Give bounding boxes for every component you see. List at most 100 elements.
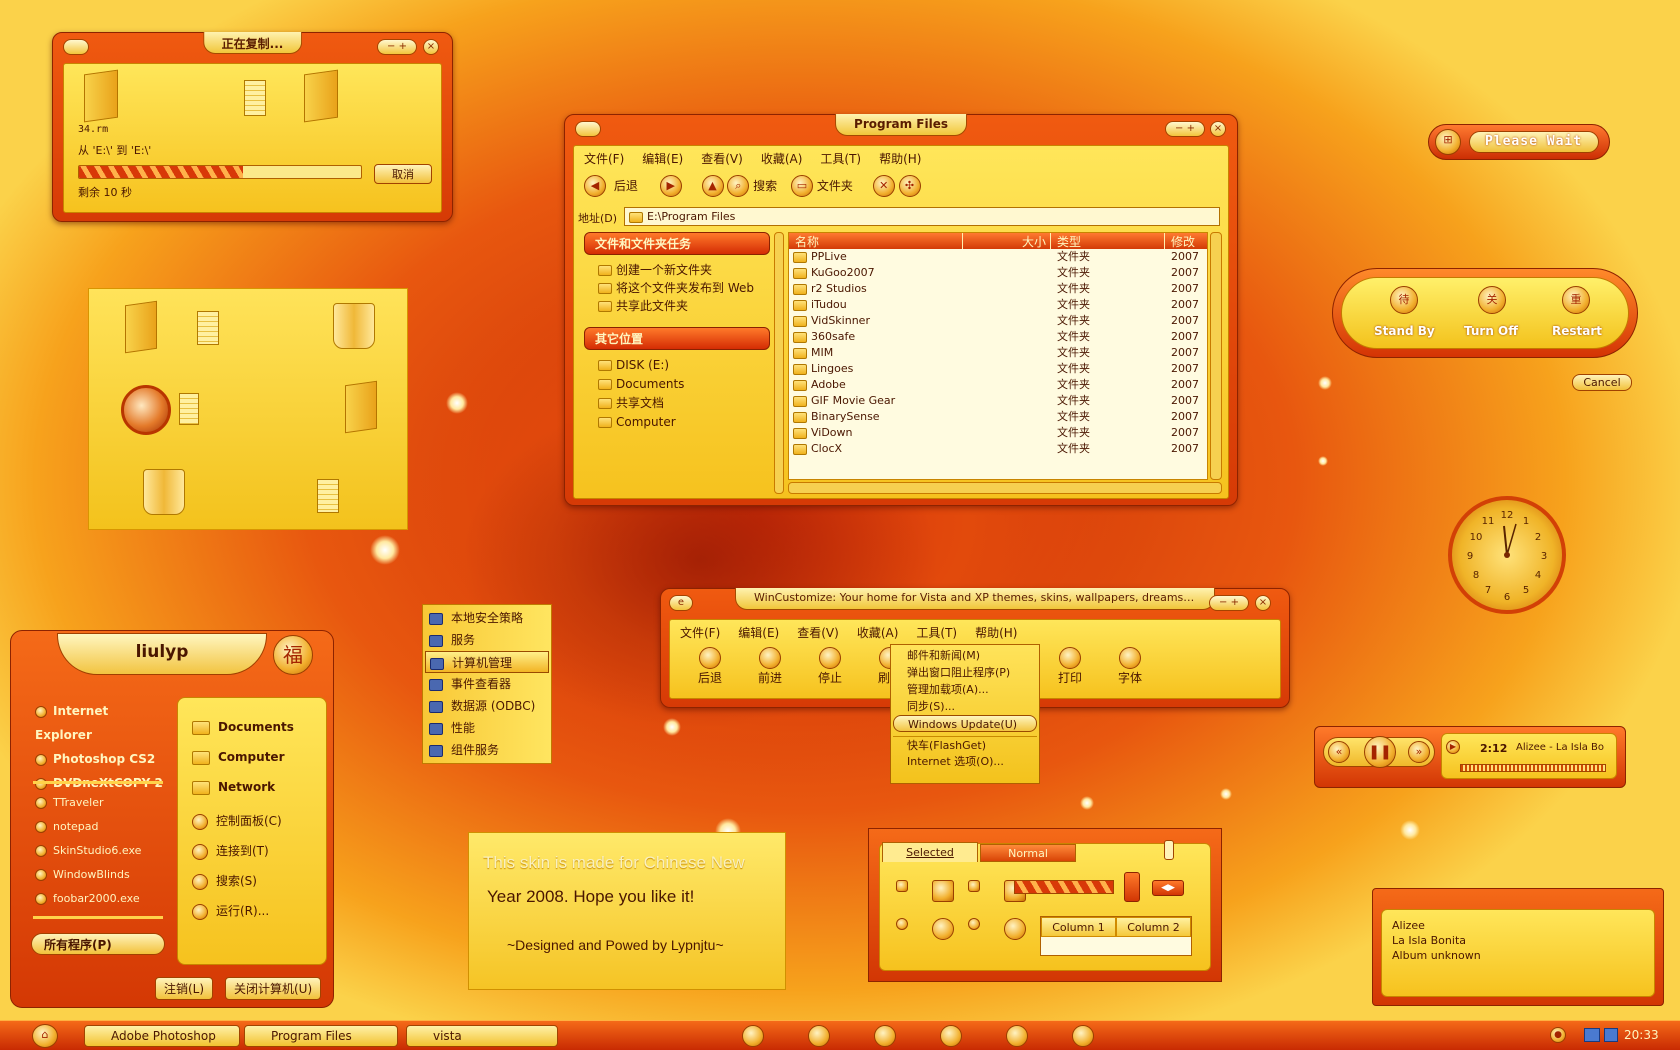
col-type[interactable]: 类型 — [1051, 233, 1165, 249]
restart-icon[interactable]: 重 — [1562, 286, 1590, 314]
tools-menu-item[interactable]: Windows Update(U) — [893, 715, 1037, 732]
quick-launch-icon[interactable] — [742, 1025, 764, 1047]
quick-launch-icon[interactable] — [1006, 1025, 1028, 1047]
recent-item[interactable]: SkinStudio6.exe — [35, 839, 165, 863]
views-icon[interactable]: ✣ — [898, 175, 921, 197]
file-row[interactable]: iTudou 文件夹 2007 — [789, 297, 1207, 313]
play-icon[interactable]: ▶ — [1446, 740, 1460, 754]
taskbar-item-photoshop[interactable]: Adobe Photoshop — [84, 1025, 240, 1047]
place-item[interactable]: Documents — [598, 375, 770, 394]
pause-icon[interactable]: ❚❚ — [1364, 736, 1396, 768]
quick-launch-icon[interactable] — [874, 1025, 896, 1047]
document-icon[interactable] — [179, 393, 199, 425]
start-button[interactable]: ⌂ — [32, 1024, 58, 1048]
task-item[interactable]: 创建一个新文件夹 — [598, 261, 770, 279]
shutdown-cancel-button[interactable]: Cancel — [1572, 374, 1632, 391]
ie-toolbar-button[interactable]: 前进 — [740, 647, 800, 686]
tools-menu-item[interactable]: 管理加载项(A)... — [893, 681, 1037, 698]
demo-radio[interactable] — [968, 918, 980, 930]
folders-label[interactable]: 文件夹 — [817, 179, 853, 193]
turn-off-icon[interactable]: 关 — [1478, 286, 1506, 314]
demo-col2[interactable]: Column 2 — [1116, 917, 1191, 937]
pinned-item[interactable]: Internet Explorer — [35, 699, 165, 747]
start-tool-item[interactable]: 运行(R)... — [192, 896, 326, 926]
place-item[interactable]: Computer — [598, 413, 770, 432]
search-icon[interactable]: ⌕ — [727, 175, 750, 197]
shutdown-button[interactable]: 关闭计算机(U) — [225, 977, 322, 1000]
menu-item[interactable]: 文件(F) — [680, 626, 720, 640]
tab-normal[interactable]: Normal — [980, 844, 1076, 862]
file-row[interactable]: ClocX 文件夹 2007 — [789, 441, 1207, 457]
file-list-hscroll[interactable] — [788, 482, 1222, 494]
turn-off-label[interactable]: Turn Off — [1464, 324, 1518, 338]
folders-icon[interactable]: ▭ — [791, 175, 813, 197]
player-seekbar[interactable] — [1460, 764, 1606, 772]
file-row[interactable]: r2 Studios 文件夹 2007 — [789, 281, 1207, 297]
tools-menu-item[interactable]: 邮件和新闻(M) — [893, 647, 1037, 664]
demo-radio[interactable] — [1004, 918, 1026, 940]
tasks-header[interactable]: 文件和文件夹任务 — [584, 232, 770, 255]
tools-menu-item[interactable]: Internet 选项(O)... — [893, 753, 1037, 770]
ie-close-button[interactable]: × — [1255, 595, 1271, 611]
col-size[interactable]: 大小 — [963, 233, 1051, 249]
explorer-scroll-left[interactable] — [774, 232, 784, 494]
menu-item[interactable]: 工具(T) — [820, 152, 861, 166]
fu-avatar[interactable]: 福 — [273, 635, 313, 675]
tools-menu-item[interactable]: 同步(S)... — [893, 698, 1037, 715]
place-item[interactable]: 共享文档 — [598, 394, 770, 413]
context-item[interactable]: 服务 — [425, 629, 549, 651]
stand-by-label[interactable]: Stand By — [1374, 324, 1435, 338]
address-input[interactable]: E:\Program Files — [624, 207, 1220, 226]
search-label[interactable]: 搜索 — [753, 179, 777, 193]
quick-launch-icon[interactable] — [940, 1025, 962, 1047]
quick-launch-icon[interactable] — [1072, 1025, 1094, 1047]
recycle-bin-icon[interactable] — [333, 303, 375, 349]
file-row[interactable]: Adobe 文件夹 2007 — [789, 377, 1207, 393]
task-item[interactable]: 共享此文件夹 — [598, 297, 770, 315]
menu-item[interactable]: 查看(V) — [797, 626, 839, 640]
start-tool-item[interactable]: 控制面板(C) — [192, 806, 326, 836]
file-row[interactable]: 360safe 文件夹 2007 — [789, 329, 1207, 345]
col-date[interactable]: 修改 — [1165, 233, 1205, 249]
explorer-minmax-buttons[interactable]: − + — [1165, 121, 1205, 137]
tray-volume-icon[interactable] — [1604, 1028, 1618, 1042]
ie-icon[interactable]: e — [669, 595, 693, 611]
document-icon[interactable] — [197, 311, 219, 345]
quick-launch-icon[interactable] — [808, 1025, 830, 1047]
file-row[interactable]: BinarySense 文件夹 2007 — [789, 409, 1207, 425]
recent-item[interactable]: foobar2000.exe — [35, 887, 165, 911]
ie-minmax-buttons[interactable]: − + — [1209, 595, 1249, 611]
menu-item[interactable]: 查看(V) — [701, 152, 743, 166]
context-label[interactable]: 组件服务 — [451, 743, 499, 757]
recent-label[interactable]: WindowBlinds — [53, 868, 130, 881]
context-item[interactable]: 组件服务 — [425, 739, 549, 761]
start-place-label[interactable]: Network — [218, 780, 275, 794]
place-item[interactable]: DISK (E:) — [598, 356, 770, 375]
copy-dialog-close-button[interactable]: × — [423, 39, 439, 55]
ie-toolbar-button[interactable]: 后退 — [680, 647, 740, 686]
file-list-vscroll[interactable] — [1210, 232, 1222, 480]
recent-item[interactable]: WindowBlinds — [35, 863, 165, 887]
folder-icon[interactable] — [345, 380, 377, 434]
tab-selected[interactable]: Selected — [882, 842, 978, 862]
places-header[interactable]: 其它位置 — [584, 327, 770, 350]
file-row[interactable]: VidSkinner 文件夹 2007 — [789, 313, 1207, 329]
start-tool-label[interactable]: 搜索(S) — [216, 874, 257, 888]
file-row[interactable]: Lingoes 文件夹 2007 — [789, 361, 1207, 377]
place-label[interactable]: DISK (E:) — [616, 358, 669, 372]
pinned-label[interactable]: Photoshop CS2 — [53, 752, 155, 766]
copy-cancel-button[interactable]: 取消 — [374, 164, 432, 184]
place-label[interactable]: 共享文档 — [616, 396, 664, 410]
ie-toolbar-button[interactable]: 停止 — [800, 647, 860, 686]
menu-item[interactable]: 收藏(A) — [761, 152, 803, 166]
context-label[interactable]: 性能 — [451, 721, 475, 735]
forward-icon[interactable]: » — [1408, 741, 1430, 763]
recent-label[interactable]: SkinStudio6.exe — [53, 844, 141, 857]
recent-item[interactable]: notepad — [35, 815, 165, 839]
file-row[interactable]: PPLive 文件夹 2007 — [789, 249, 1207, 265]
recent-label[interactable]: foobar2000.exe — [53, 892, 140, 905]
place-label[interactable]: Computer — [616, 415, 676, 429]
tools-menu-item[interactable]: 弹出窗口阻止程序(P) — [893, 664, 1037, 681]
context-item[interactable]: 本地安全策略 — [425, 607, 549, 629]
start-tool-item[interactable]: 搜索(S) — [192, 866, 326, 896]
